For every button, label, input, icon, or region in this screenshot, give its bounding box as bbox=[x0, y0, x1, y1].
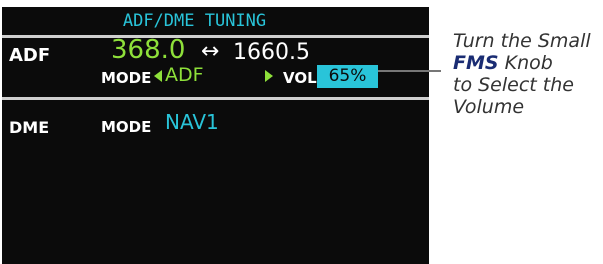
adf-active-frequency[interactable]: 368.0 bbox=[111, 35, 185, 65]
callout-line-4: Volume bbox=[453, 96, 525, 118]
vol-right-arrow-icon bbox=[265, 70, 273, 82]
page-title: ADF/DME TUNING bbox=[122, 11, 267, 31]
dme-mode-label: MODE bbox=[101, 118, 152, 136]
callout-knob-suffix: Knob bbox=[498, 52, 553, 74]
mode-left-arrow-icon bbox=[154, 70, 162, 82]
adf-label: ADF bbox=[9, 45, 51, 66]
callout-line-1: Turn the Small bbox=[453, 30, 591, 52]
adf-mode-value[interactable]: ADF bbox=[165, 64, 204, 87]
callout-line-2: FMS Knob bbox=[453, 52, 603, 74]
display-screen: ADF/DME TUNING ADF 368.0 ↔ 1660.5 MODE A… bbox=[2, 7, 429, 264]
adf-standby-frequency[interactable]: 1660.5 bbox=[233, 40, 310, 66]
dme-label: DME bbox=[9, 118, 50, 137]
callout-note: Turn the Small FMS Knob to Select the Vo… bbox=[453, 30, 603, 118]
dme-mode-value[interactable]: NAV1 bbox=[165, 110, 219, 134]
callout-leader-line bbox=[378, 70, 441, 72]
adf-mode-label: MODE bbox=[101, 69, 152, 87]
adf-dme-separator bbox=[2, 97, 429, 100]
volume-label: VOL bbox=[283, 69, 317, 87]
title-separator bbox=[2, 35, 429, 38]
swap-arrows-icon: ↔ bbox=[201, 39, 220, 64]
callout-knob: FMS bbox=[453, 52, 499, 74]
callout-line-3: to Select the bbox=[453, 74, 574, 96]
volume-field[interactable]: 65% bbox=[317, 65, 378, 88]
